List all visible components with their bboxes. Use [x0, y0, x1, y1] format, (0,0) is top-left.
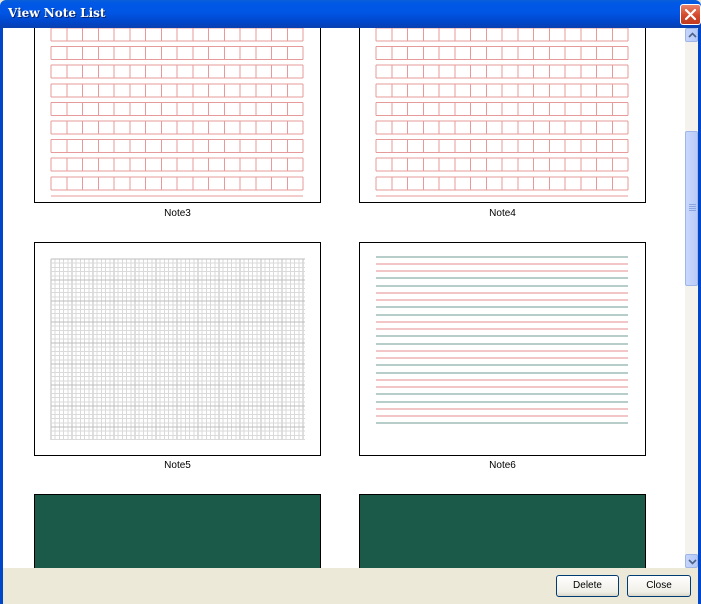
- note-thumbnail-note6[interactable]: [359, 242, 646, 456]
- red-grid-paper: [50, 28, 304, 197]
- note-label: Note6: [489, 460, 516, 471]
- note-list-area[interactable]: Note3 Note4 Note5 Note6: [3, 28, 685, 568]
- note-thumbnail-chalkboard[interactable]: [359, 494, 646, 568]
- note-thumbnail-note4[interactable]: [359, 28, 646, 203]
- dialog-footer: Delete Close: [3, 568, 698, 604]
- note-label: Note4: [489, 208, 516, 219]
- title-bar[interactable]: View Note List: [0, 0, 701, 28]
- red-grid-paper: [375, 28, 629, 197]
- chevron-down-icon: [688, 559, 697, 565]
- note-label: Note5: [164, 460, 191, 471]
- note-label: Note3: [164, 208, 191, 219]
- note-thumbnail-note3[interactable]: [34, 28, 321, 203]
- close-window-button[interactable]: [680, 4, 701, 25]
- note-thumbnail-chalkboard[interactable]: [34, 494, 321, 568]
- note-list-dialog: View Note List Note3 Note4 Note5 Note6 D…: [0, 0, 701, 604]
- note-thumbnail-note5[interactable]: [34, 242, 321, 456]
- staff-line-paper: [376, 256, 628, 424]
- delete-button[interactable]: Delete: [556, 575, 619, 597]
- window-title: View Note List: [8, 6, 106, 20]
- scrollbar-thumb[interactable]: [685, 131, 698, 286]
- scroll-down-button[interactable]: [685, 554, 698, 568]
- chevron-up-icon: [688, 32, 697, 38]
- graph-paper: [50, 258, 305, 441]
- close-icon: [684, 8, 697, 21]
- close-button[interactable]: Close: [627, 575, 691, 597]
- scroll-up-button[interactable]: [685, 28, 698, 42]
- vertical-scrollbar[interactable]: [685, 28, 698, 568]
